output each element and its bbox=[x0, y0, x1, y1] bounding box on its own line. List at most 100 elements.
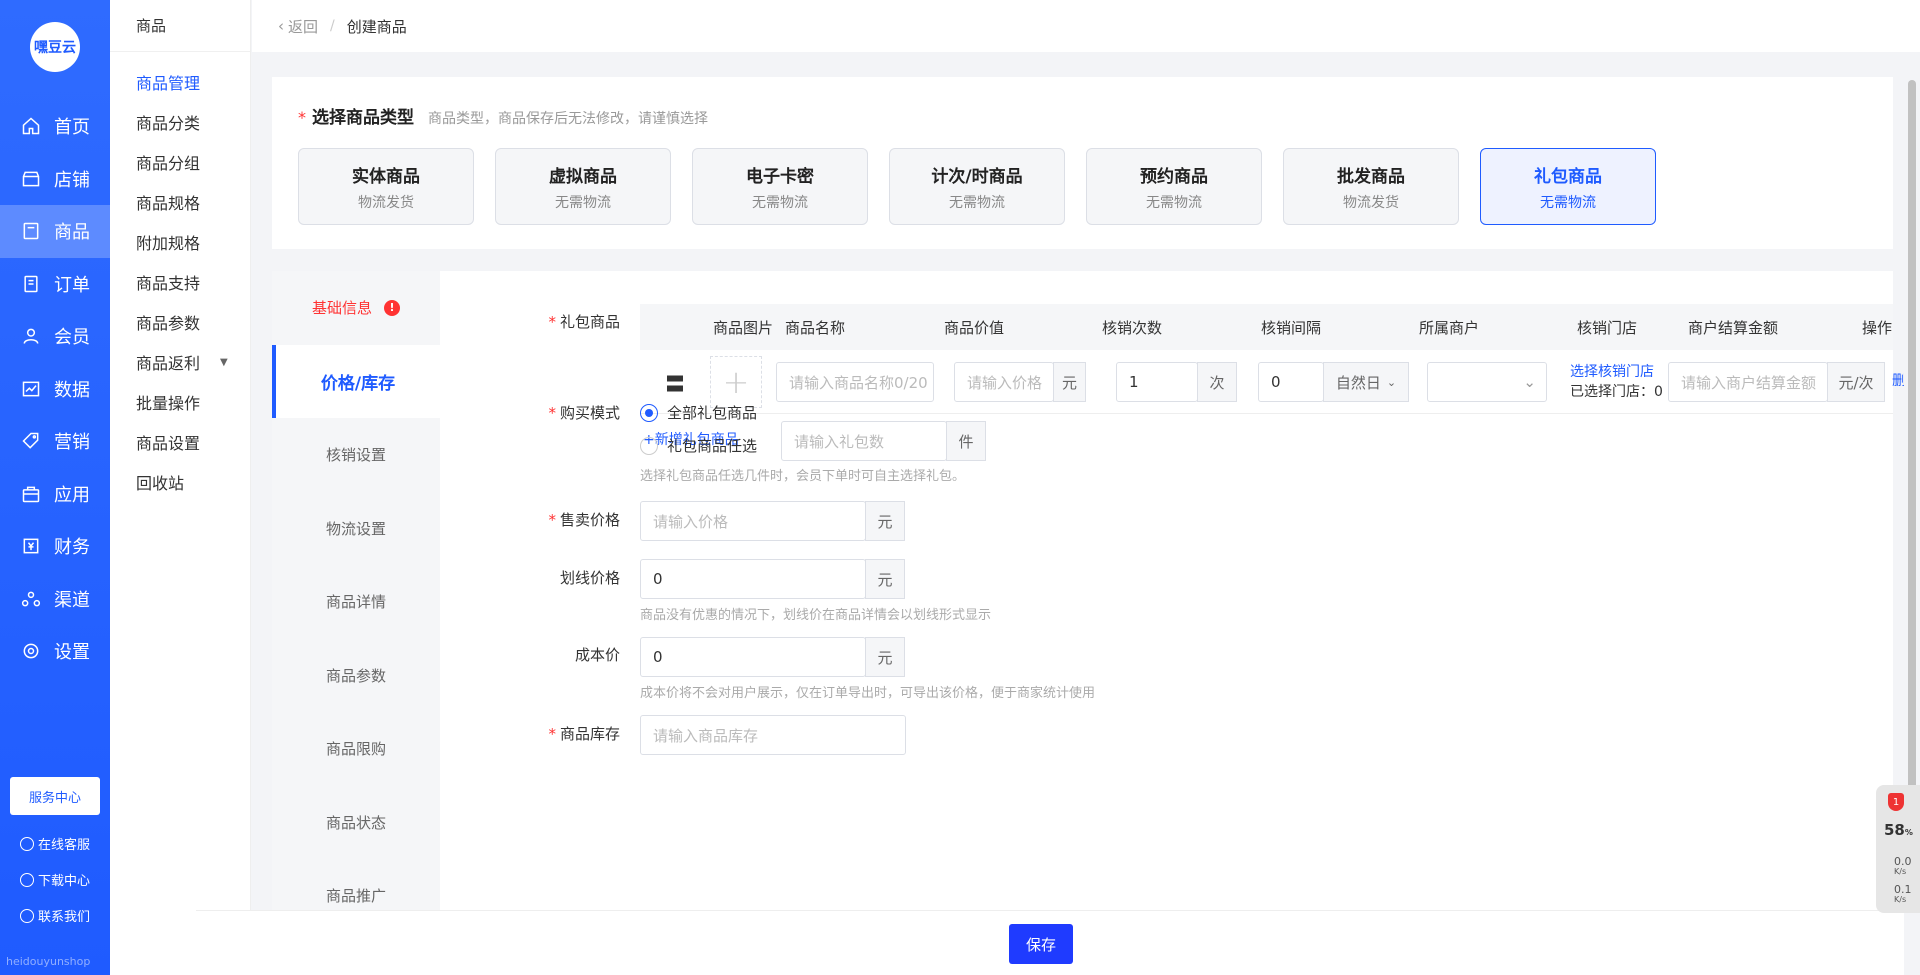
nav-label: 商品 bbox=[54, 222, 90, 244]
type-option-physical[interactable]: 实体商品 物流发货 bbox=[298, 148, 474, 225]
logo-text: 嘿豆云 bbox=[34, 40, 76, 56]
type-option-booking[interactable]: 预约商品 无需物流 bbox=[1086, 148, 1262, 225]
type-option-count[interactable]: 计次/时商品 无需物流 bbox=[889, 148, 1065, 225]
nav-item-finance[interactable]: 财务 bbox=[0, 520, 110, 573]
tab-limit[interactable]: 商品限购 bbox=[272, 712, 440, 786]
member-icon bbox=[20, 325, 42, 347]
subnav-rebate[interactable]: 商品返利 ▼ bbox=[110, 342, 250, 382]
merchant-select[interactable]: ⌄ bbox=[1427, 362, 1547, 402]
tab-verify[interactable]: 核销设置 bbox=[272, 418, 440, 492]
subnav-batch[interactable]: 批量操作 bbox=[110, 382, 250, 422]
nav-label: 店铺 bbox=[54, 169, 90, 191]
subnav-support[interactable]: 商品支持 bbox=[110, 262, 250, 302]
col-image: 商品图片 bbox=[713, 318, 774, 337]
main-sidebar: 嘿豆云 首页 店铺 商品 订单 会员 数据 营销 应用 财务 渠道 设置 服务中… bbox=[0, 0, 110, 975]
verify-interval-input[interactable]: 0 bbox=[1258, 362, 1324, 402]
tab-params[interactable]: 商品参数 bbox=[272, 639, 440, 713]
stock-input[interactable]: 请输入商品库存 bbox=[640, 715, 906, 755]
online-service-link[interactable]: 在线客服 bbox=[20, 834, 90, 853]
chat-icon bbox=[20, 908, 34, 923]
radio-choose-gifts[interactable]: 礼包商品任选 bbox=[640, 435, 757, 456]
drag-handle-icon[interactable]: 〓 bbox=[665, 368, 685, 397]
sale-price-input[interactable]: 请输入价格 bbox=[640, 501, 866, 541]
cost-price-input[interactable]: 0 bbox=[640, 637, 866, 677]
type-hint: 商品类型，商品保存后无法修改，请谨慎选择 bbox=[428, 111, 708, 127]
nav-label: 应用 bbox=[54, 484, 90, 506]
gift-count-input[interactable]: 请输入礼包数 bbox=[781, 421, 947, 461]
nav-item-marketing[interactable]: 营销 bbox=[0, 415, 110, 468]
chevron-down-icon: ⌄ bbox=[1386, 375, 1397, 389]
subnav-extra-spec[interactable]: 附加规格 bbox=[110, 222, 250, 262]
type-option-gift[interactable]: 礼包商品 无需物流 bbox=[1480, 148, 1656, 225]
radio-checked-icon bbox=[640, 403, 658, 422]
type-option-virtual[interactable]: 虚拟商品 无需物流 bbox=[495, 148, 671, 225]
back-link[interactable]: ‹ 返回 bbox=[278, 16, 318, 37]
nav-label: 订单 bbox=[54, 274, 90, 296]
subnav-recycle[interactable]: 回收站 bbox=[110, 462, 250, 502]
subnav-product-manage[interactable]: 商品管理 bbox=[110, 62, 250, 102]
product-type-card: * 选择商品类型 商品类型，商品保存后无法修改，请谨慎选择 实体商品 物流发货 虚… bbox=[272, 77, 1893, 249]
stock-label-text: 商品库存 bbox=[559, 725, 620, 743]
type-options: 实体商品 物流发货 虚拟商品 无需物流 电子卡密 无需物流 计次/时商品 无需物流 预约… bbox=[298, 148, 1677, 225]
add-image-button[interactable]: + bbox=[710, 356, 762, 408]
type-option-wholesale[interactable]: 批发商品 物流发货 bbox=[1283, 148, 1459, 225]
subnav-category[interactable]: 商品分类 bbox=[110, 102, 250, 142]
nav-item-member[interactable]: 会员 bbox=[0, 310, 110, 363]
radio-label: 礼包商品任选 bbox=[667, 437, 758, 455]
line-price-unit: 元 bbox=[865, 559, 905, 599]
tab-logistics[interactable]: 物流设置 bbox=[272, 492, 440, 566]
settle-unit-addon: 元/次 bbox=[1827, 362, 1885, 402]
type-sub: 无需物流 bbox=[1146, 194, 1202, 211]
nav-label: 财务 bbox=[54, 537, 90, 559]
sale-price-label: * 售卖价格 bbox=[510, 509, 620, 530]
gift-table-header: 商品图片 商品名称 商品价值 核销次数 核销间隔 所属商户 核销门店 商户结算金… bbox=[640, 304, 1893, 350]
type-option-ecard[interactable]: 电子卡密 无需物流 bbox=[692, 148, 868, 225]
download-center-link[interactable]: 下载中心 bbox=[20, 870, 90, 889]
subnav-spec[interactable]: 商品规格 bbox=[110, 182, 250, 222]
interval-unit-select[interactable]: 自然日 ⌄ bbox=[1323, 362, 1409, 402]
tab-basic-info[interactable]: 基础信息! bbox=[272, 271, 440, 345]
select-store-link[interactable]: 选择核销门店 bbox=[1570, 361, 1654, 381]
type-name: 批发商品 bbox=[1337, 166, 1405, 187]
gift-label: * 礼包商品 bbox=[510, 311, 620, 332]
type-sub: 无需物流 bbox=[752, 194, 808, 211]
tab-price-stock[interactable]: 价格/库存 bbox=[272, 344, 440, 418]
settle-amount-input[interactable]: 请输入商户结算金额 bbox=[1668, 362, 1828, 402]
type-title-text: 选择商品类型 bbox=[312, 108, 414, 128]
gift-value-input[interactable]: 请输入价格 bbox=[954, 362, 1054, 402]
subnav-rebate-label: 商品返利 bbox=[136, 354, 201, 373]
breadcrumb: ‹ 返回 / 创建商品 bbox=[252, 0, 1920, 52]
nav-item-order[interactable]: 订单 bbox=[0, 258, 110, 311]
gift-name-input[interactable]: 请输入商品名称0/20 bbox=[776, 362, 934, 402]
nav-item-data[interactable]: 数据 bbox=[0, 363, 110, 416]
line-price-input[interactable]: 0 bbox=[640, 559, 866, 599]
form-tabs: 基础信息! 价格/库存 核销设置 物流设置 商品详情 商品参数 商品限购 商品状… bbox=[272, 271, 440, 975]
nav-item-app[interactable]: 应用 bbox=[0, 468, 110, 521]
required-mark: * bbox=[548, 725, 556, 743]
subnav-group[interactable]: 商品分组 bbox=[110, 142, 250, 182]
required-mark: * bbox=[298, 108, 306, 127]
nav-item-channel[interactable]: 渠道 bbox=[0, 573, 110, 626]
radio-all-gifts[interactable]: 全部礼包商品 bbox=[640, 402, 757, 423]
contact-us-link[interactable]: 联系我们 bbox=[20, 906, 90, 925]
subnav-settings[interactable]: 商品设置 bbox=[110, 422, 250, 462]
speed-monitor-widget[interactable]: 1 58% 0.0 K/s 0.1 K/s bbox=[1876, 785, 1920, 913]
subnav-params[interactable]: 商品参数 bbox=[110, 302, 250, 342]
delete-row-link[interactable]: 删除 bbox=[1892, 370, 1906, 394]
nav-item-settings[interactable]: 设置 bbox=[0, 625, 110, 678]
tab-status[interactable]: 商品状态 bbox=[272, 786, 440, 860]
type-section-title: * 选择商品类型 商品类型，商品保存后无法修改，请谨慎选择 bbox=[298, 103, 708, 128]
buy-mode-tip: 选择礼包商品任选几件时，会员下单时可自主选择礼包。 bbox=[640, 469, 966, 484]
tab-detail[interactable]: 商品详情 bbox=[272, 565, 440, 639]
save-button[interactable]: 保存 bbox=[1009, 924, 1073, 964]
service-center-button[interactable]: 服务中心 bbox=[10, 777, 100, 815]
main-nav: 首页 店铺 商品 订单 会员 数据 营销 应用 财务 渠道 设置 bbox=[0, 100, 110, 678]
cost-price-label: 成本价 bbox=[574, 646, 620, 664]
nav-item-home[interactable]: 首页 bbox=[0, 100, 110, 153]
contact-us-label: 联系我们 bbox=[38, 910, 91, 925]
col-count: 核销次数 bbox=[1102, 318, 1163, 337]
nav-item-product[interactable]: 商品 bbox=[0, 205, 110, 258]
nav-item-store[interactable]: 店铺 bbox=[0, 153, 110, 206]
logo[interactable]: 嘿豆云 bbox=[30, 22, 80, 72]
verify-count-input[interactable]: 1 bbox=[1116, 362, 1198, 402]
